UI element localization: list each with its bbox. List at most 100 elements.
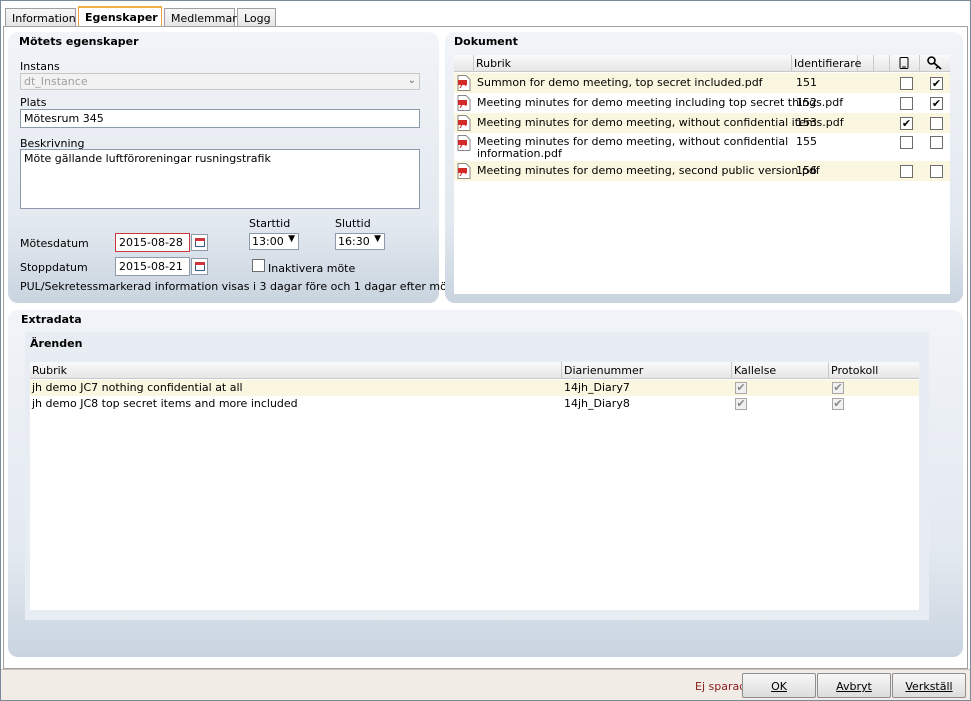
ok-label: OK [771,680,787,693]
document-title: Meeting minutes for demo meeting, withou… [477,116,844,129]
tab-content: Mötets egenskaper Instans dt_Instance ⌄ … [3,26,968,669]
tablet-icon [899,57,909,69]
cases-section: Ärenden Rubrik Diarienummer Kallelse Pro… [25,332,929,620]
calendar-icon [195,238,205,247]
document-key-checkbox[interactable]: ✔ [930,97,943,110]
place-field[interactable]: Mötesrum 345 [20,109,420,128]
button-bar: Ej sparad OK Avbryt Verkställ [1,669,970,700]
document-tablet-checkbox[interactable] [900,136,913,149]
column-header-protokoll[interactable]: Protokoll [829,362,919,379]
start-time-value: 13:00 [252,235,284,248]
pdf-icon [457,163,471,179]
document-tablet-checkbox[interactable] [900,165,913,178]
document-title: Meeting minutes for demo meeting includi… [477,96,844,109]
document-row[interactable]: Meeting minutes for demo meeting, second… [454,161,950,181]
panel-title: Extradata [21,313,82,326]
document-key-checkbox[interactable] [930,117,943,130]
document-id: 153 [796,116,817,129]
end-time-label: Sluttid [335,217,371,230]
column-header-identifierare[interactable]: Identifierare [792,55,861,72]
column-header-kallelse[interactable]: Kallelse [732,362,829,379]
document-id: 152 [796,96,817,109]
tab-logg[interactable]: Logg [237,8,276,27]
extradata-panel: Extradata Ärenden Rubrik Diarienummer Ka… [8,310,963,657]
tab-egenskaper[interactable]: Egenskaper [78,6,162,28]
deactivate-checkbox[interactable] [252,259,265,272]
document-row[interactable]: Meeting minutes for demo meeting, withou… [454,113,950,133]
table-header: Rubrik Diarienummer Kallelse Protokoll [30,362,919,379]
document-row[interactable]: Meeting minutes for demo meeting, withou… [454,133,950,161]
document-id: 156 [796,164,817,177]
deactivate-label: Inaktivera möte [268,262,356,275]
chevron-down-icon: ⌄ [407,75,416,86]
tab-information[interactable]: Information [5,8,76,27]
case-diary-number: 14jh_Diary8 [564,397,630,410]
meeting-date-calendar-button[interactable] [191,234,208,251]
cancel-label: Avbryt [836,680,872,693]
description-field[interactable]: Möte gällande luftföroreningar rusningst… [20,149,420,209]
column-header-rubrik[interactable]: Rubrik [30,362,562,379]
column-header-rubrik[interactable]: Rubrik [474,55,792,72]
instance-label: Instans [20,60,60,73]
case-title: jh demo JC8 top secret items and more in… [32,397,298,410]
meeting-date-label: Mötesdatum [20,237,89,250]
cancel-button[interactable]: Avbryt [817,673,891,698]
case-protokoll-checkbox: ✔ [832,397,844,410]
documents-panel: Dokument Rubrik Identifierare Summon for… [445,32,963,303]
stop-date-field[interactable]: 2015-08-21 [115,257,190,276]
chevron-down-icon: ▼ [374,234,381,244]
documents-table: Rubrik Identifierare Summon for demo mee… [454,55,950,294]
pdf-icon [457,75,471,91]
start-time-select[interactable]: 13:00 ▼ [249,233,299,250]
document-key-checkbox[interactable] [930,136,943,149]
document-row[interactable]: Summon for demo meeting, top secret incl… [454,73,950,93]
tab-medlemmar[interactable]: Medlemmar [164,8,237,27]
column-header-key[interactable] [920,55,950,72]
end-time-value: 16:30 [338,235,370,248]
document-tablet-checkbox[interactable] [900,97,913,110]
case-row[interactable]: jh demo JC8 top secret items and more in… [30,396,919,412]
instance-value: dt_Instance [24,75,88,88]
pdf-icon [457,135,471,151]
column-header-tablet[interactable] [890,55,920,72]
document-id: 151 [796,76,817,89]
start-time-label: Starttid [249,217,291,230]
apply-label: Verkställ [905,680,953,693]
document-key-checkbox[interactable]: ✔ [930,77,943,90]
case-kallelse-checkbox: ✔ [735,397,747,410]
meeting-date-field[interactable]: 2015-08-28 [115,233,190,252]
meeting-properties-panel: Mötets egenskaper Instans dt_Instance ⌄ … [8,32,466,303]
document-key-checkbox[interactable] [930,165,943,178]
case-row[interactable]: jh demo JC7 nothing confidential at all … [30,380,919,396]
case-title: jh demo JC7 nothing confidential at all [32,381,243,394]
pdf-icon [457,95,471,111]
panel-title: Mötets egenskaper [19,35,139,48]
column-header-diarienummer[interactable]: Diarienummer [562,362,732,379]
document-id: 155 [796,135,817,148]
ok-button[interactable]: OK [742,673,816,698]
document-tablet-checkbox[interactable] [900,77,913,90]
case-diary-number: 14jh_Diary7 [564,381,630,394]
panel-title: Dokument [454,35,518,48]
calendar-icon [195,262,205,271]
cases-title: Ärenden [30,337,83,350]
cases-table: Rubrik Diarienummer Kallelse Protokoll j… [30,362,919,610]
pdf-icon [457,115,471,131]
document-title-line2: information.pdf [477,147,562,160]
confidentiality-info: PUL/Sekretessmarkerad information visas … [20,280,466,293]
document-title: Meeting minutes for demo meeting, second… [477,164,820,177]
unsaved-status: Ej sparad [695,680,747,693]
chevron-down-icon: ▼ [288,234,295,244]
case-protokoll-checkbox: ✔ [832,381,844,394]
key-icon [927,56,942,70]
apply-button[interactable]: Verkställ [892,673,966,698]
end-time-select[interactable]: 16:30 ▼ [335,233,385,250]
instance-select[interactable]: dt_Instance ⌄ [20,73,420,90]
stop-date-label: Stoppdatum [20,261,88,274]
dialog-window: Information Egenskaper Medlemmar Logg Mö… [0,0,971,701]
document-title: Summon for demo meeting, top secret incl… [477,76,763,89]
document-row[interactable]: Meeting minutes for demo meeting includi… [454,93,950,113]
table-header: Rubrik Identifierare [454,55,950,72]
document-tablet-checkbox[interactable]: ✔ [900,117,913,130]
stop-date-calendar-button[interactable] [191,258,208,275]
